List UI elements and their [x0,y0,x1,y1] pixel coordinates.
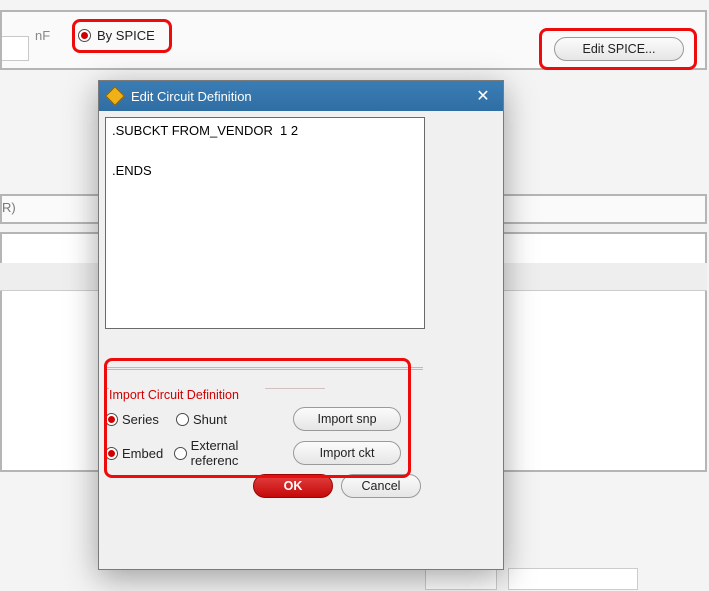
series-radio[interactable]: Series [122,412,172,427]
by-spice-radio[interactable]: By SPICE [78,23,155,47]
edit-circuit-dialog: Edit Circuit Definition ✕ .SUBCKT FROM_V… [98,80,504,570]
dialog-title: Edit Circuit Definition [131,89,252,104]
radio-icon [105,447,118,460]
edit-spice-label: Edit SPICE... [583,42,656,56]
nf-unit-label: nF [35,28,50,43]
radio-icon [176,413,189,426]
import-fieldset-label: Import Circuit Definition [109,388,497,402]
bg-row-label: R) [2,200,16,215]
cancel-button[interactable]: Cancel [341,474,421,498]
radio-icon [78,29,91,42]
import-snp-button[interactable]: Import snp [293,407,401,431]
bg-tab-2[interactable] [508,568,638,590]
shunt-radio[interactable]: Shunt [193,412,227,427]
close-icon[interactable]: ✕ [471,86,495,106]
radio-icon [105,413,118,426]
ok-button[interactable]: OK [253,474,333,498]
spice-textarea[interactable]: .SUBCKT FROM_VENDOR 1 2 .ENDS [105,117,425,329]
dialog-body: .SUBCKT FROM_VENDOR 1 2 .ENDS Import Cir… [99,111,503,569]
app-icon [107,88,123,104]
edit-spice-button[interactable]: Edit SPICE... [554,37,684,61]
nf-input[interactable] [2,36,29,61]
divider [105,367,423,370]
import-ckt-button[interactable]: Import ckt [293,441,401,465]
bg-tab-1[interactable] [425,568,497,590]
dialog-titlebar[interactable]: Edit Circuit Definition ✕ [99,81,503,111]
external-radio[interactable]: External referenc [191,438,285,468]
embed-radio[interactable]: Embed [122,446,170,461]
by-spice-label: By SPICE [97,28,155,43]
radio-icon [174,447,187,460]
